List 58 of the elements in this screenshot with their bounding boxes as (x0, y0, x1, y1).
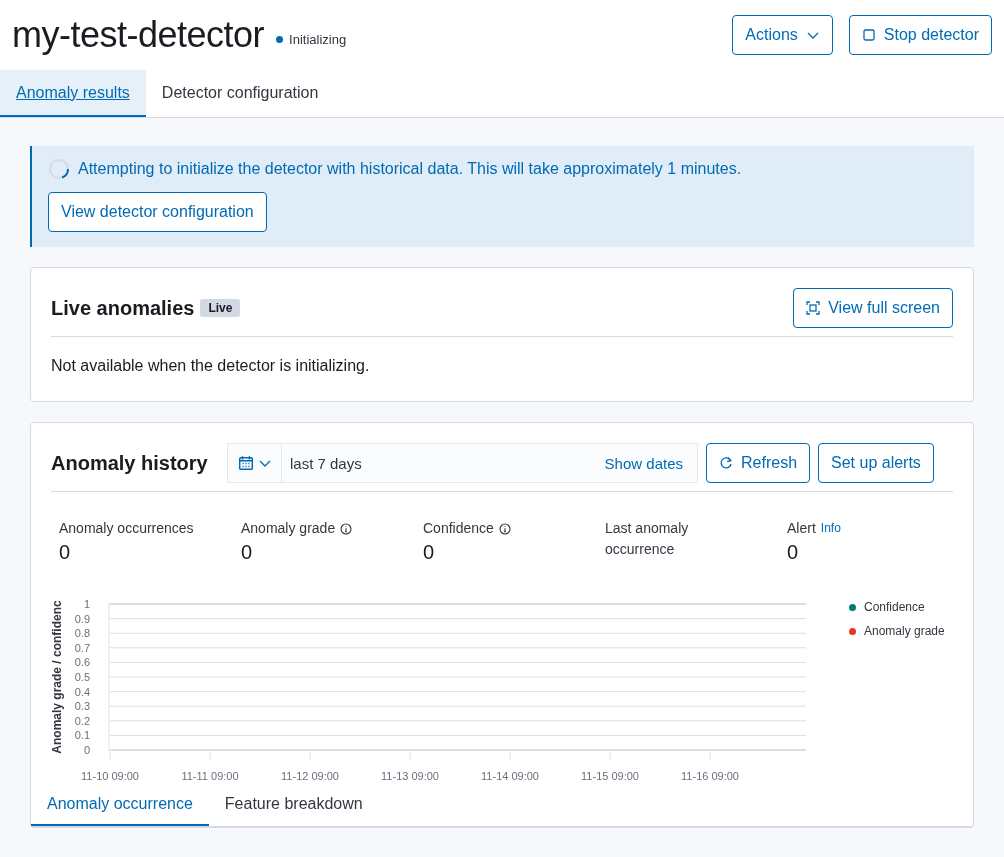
stat-value: 0 (59, 541, 72, 564)
stat-label: Last anomaly occurrence (605, 519, 690, 559)
info-icon (498, 522, 511, 535)
y-tick-label: 0.1 (74, 729, 90, 742)
y-tick-label: 0.9 (74, 612, 90, 625)
tab[interactable]: Anomaly occurrence (31, 784, 209, 826)
stat-label: Alert (787, 519, 816, 538)
x-tick-label: 11-13 09:00 (381, 770, 439, 782)
tab[interactable]: Anomaly results (0, 70, 146, 117)
y-tick-label: 0.5 (74, 671, 90, 683)
stat-value: 0 (787, 541, 800, 564)
empty-message: Not available when the detector is initializing. (51, 357, 371, 375)
x-tick-label: 11-12 09:00 (281, 770, 339, 782)
x-tick-label: 11-14 09:00 (481, 770, 539, 782)
stop-detector-button[interactable]: Stop detector (848, 15, 992, 55)
legend-label: Anomaly grade (864, 624, 945, 638)
x-tick-label: 11-10 09:00 (81, 770, 139, 782)
refresh-icon (719, 456, 733, 470)
live-badge: Live (200, 299, 241, 317)
legend-label: Confidence (864, 600, 925, 614)
y-tick-label: 1 (83, 598, 90, 610)
stat-value: 0 (423, 541, 436, 564)
stop-icon (861, 28, 876, 42)
view-full-screen-button[interactable]: View full screen (793, 288, 953, 328)
y-tick-label: 0.7 (74, 641, 90, 654)
y-axis-title: Anomaly grade / confidenc (50, 600, 64, 754)
y-tick-label: 0.4 (74, 685, 90, 698)
stat-label: Anomaly occurrences (59, 519, 195, 538)
date-range-value: last 7 days (290, 454, 362, 472)
x-tick-label: 11-15 09:00 (581, 770, 639, 782)
status-label: Initializing (289, 31, 347, 47)
section-title: Live anomalies (51, 296, 195, 320)
stat-label: Anomaly grade (241, 519, 336, 538)
calendar-icon (237, 455, 254, 471)
fullscreen-icon (806, 301, 821, 315)
y-tick-label: 0.6 (74, 656, 90, 669)
y-tick-label: 0.2 (74, 714, 90, 727)
date-picker[interactable]: last 7 days Show dates (227, 443, 698, 483)
x-tick-label: 11-16 09:00 (681, 770, 739, 782)
view-configuration-button[interactable]: View detector configuration (48, 192, 267, 232)
set-up-alerts-button[interactable]: Set up alerts (818, 443, 934, 483)
tab[interactable]: Feature breakdown (208, 784, 379, 826)
actions-button[interactable]: Actions (732, 15, 833, 55)
y-tick-label: 0 (83, 744, 90, 756)
stat-value: 0 (241, 541, 254, 564)
show-dates-link[interactable]: Show dates (598, 453, 689, 473)
section-title: Anomaly history (51, 451, 209, 475)
tab[interactable]: Detector configuration (145, 70, 335, 117)
page-title: my-test-detector (12, 14, 265, 56)
callout-message: Attempting to initialize the detector with historical data. This will take approximately 1 minutes. (78, 160, 742, 178)
loading-spinner-icon (48, 158, 70, 180)
y-tick-label: 0.8 (74, 627, 90, 640)
y-tick-label: 0.3 (74, 700, 90, 713)
stat-label: Confidence (423, 519, 494, 538)
refresh-button[interactable]: Refresh (706, 443, 811, 483)
info-link[interactable]: Info (820, 518, 841, 539)
x-tick-label: 11-11 09:00 (181, 770, 239, 782)
info-icon (340, 522, 353, 535)
